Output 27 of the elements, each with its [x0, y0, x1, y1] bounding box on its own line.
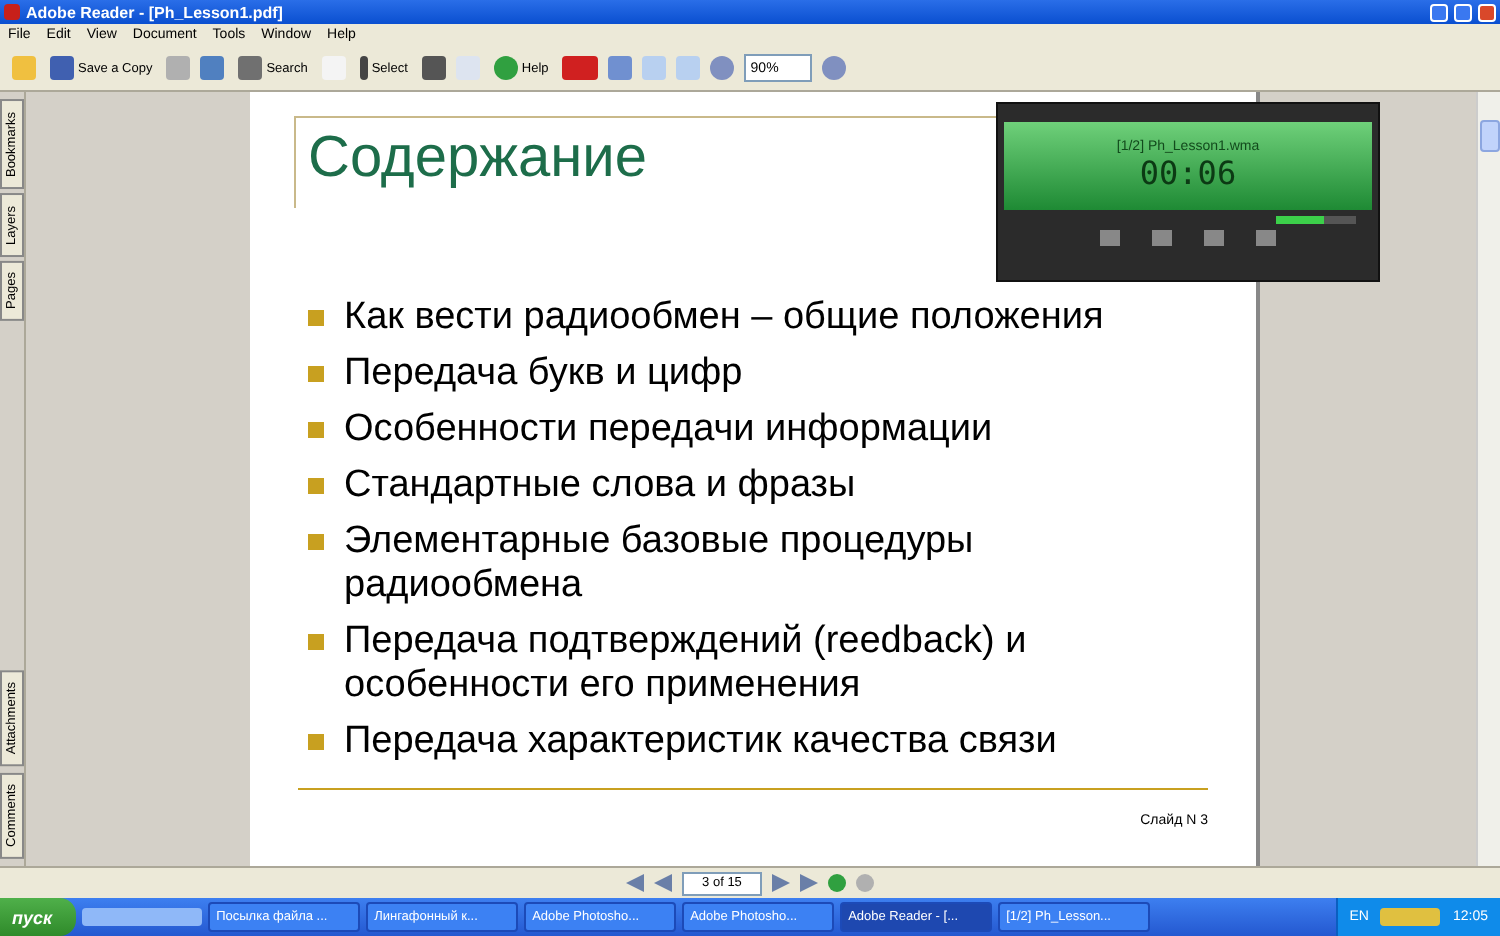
- first-page-button[interactable]: [626, 874, 644, 892]
- previous-page-button[interactable]: [654, 874, 672, 892]
- bullet-icon: [308, 310, 324, 326]
- bullet-icon: [308, 422, 324, 438]
- bullet-icon: [308, 534, 324, 550]
- list-item-text: Передача характеристик качества связи: [344, 720, 1057, 764]
- window-title: Adobe Reader - [Ph_Lesson1.pdf]: [26, 3, 285, 21]
- back-icon[interactable]: [828, 874, 846, 892]
- bullet-icon: [308, 366, 324, 382]
- list-item-text: Как вести радиообмен – общие положения: [344, 296, 1104, 340]
- list-item-text: Стандартные слова и фразы: [344, 464, 856, 508]
- bullet-icon: [308, 478, 324, 494]
- start-button[interactable]: пуск: [0, 898, 77, 936]
- list-item-text: Особенности передачи информации: [344, 408, 993, 452]
- minimize-button[interactable]: [1430, 3, 1448, 21]
- list-item-text: Элементарные базовые процедуры радиообмена: [344, 520, 976, 608]
- last-page-button[interactable]: [800, 874, 818, 892]
- bullet-icon: [308, 634, 324, 650]
- forward-icon[interactable]: [856, 874, 874, 892]
- volume-slider[interactable]: [1276, 216, 1356, 224]
- bullet-icon: [308, 734, 324, 750]
- list-item-text: Передача букв и цифр: [344, 352, 743, 396]
- scrollbar[interactable]: [1476, 92, 1500, 866]
- close-button[interactable]: [1478, 3, 1496, 21]
- maximize-button[interactable]: [1454, 3, 1472, 21]
- next-page-button[interactable]: [772, 874, 790, 892]
- list-item-text: Передача подтверждений (reedback) и особенности его применения: [344, 620, 1029, 708]
